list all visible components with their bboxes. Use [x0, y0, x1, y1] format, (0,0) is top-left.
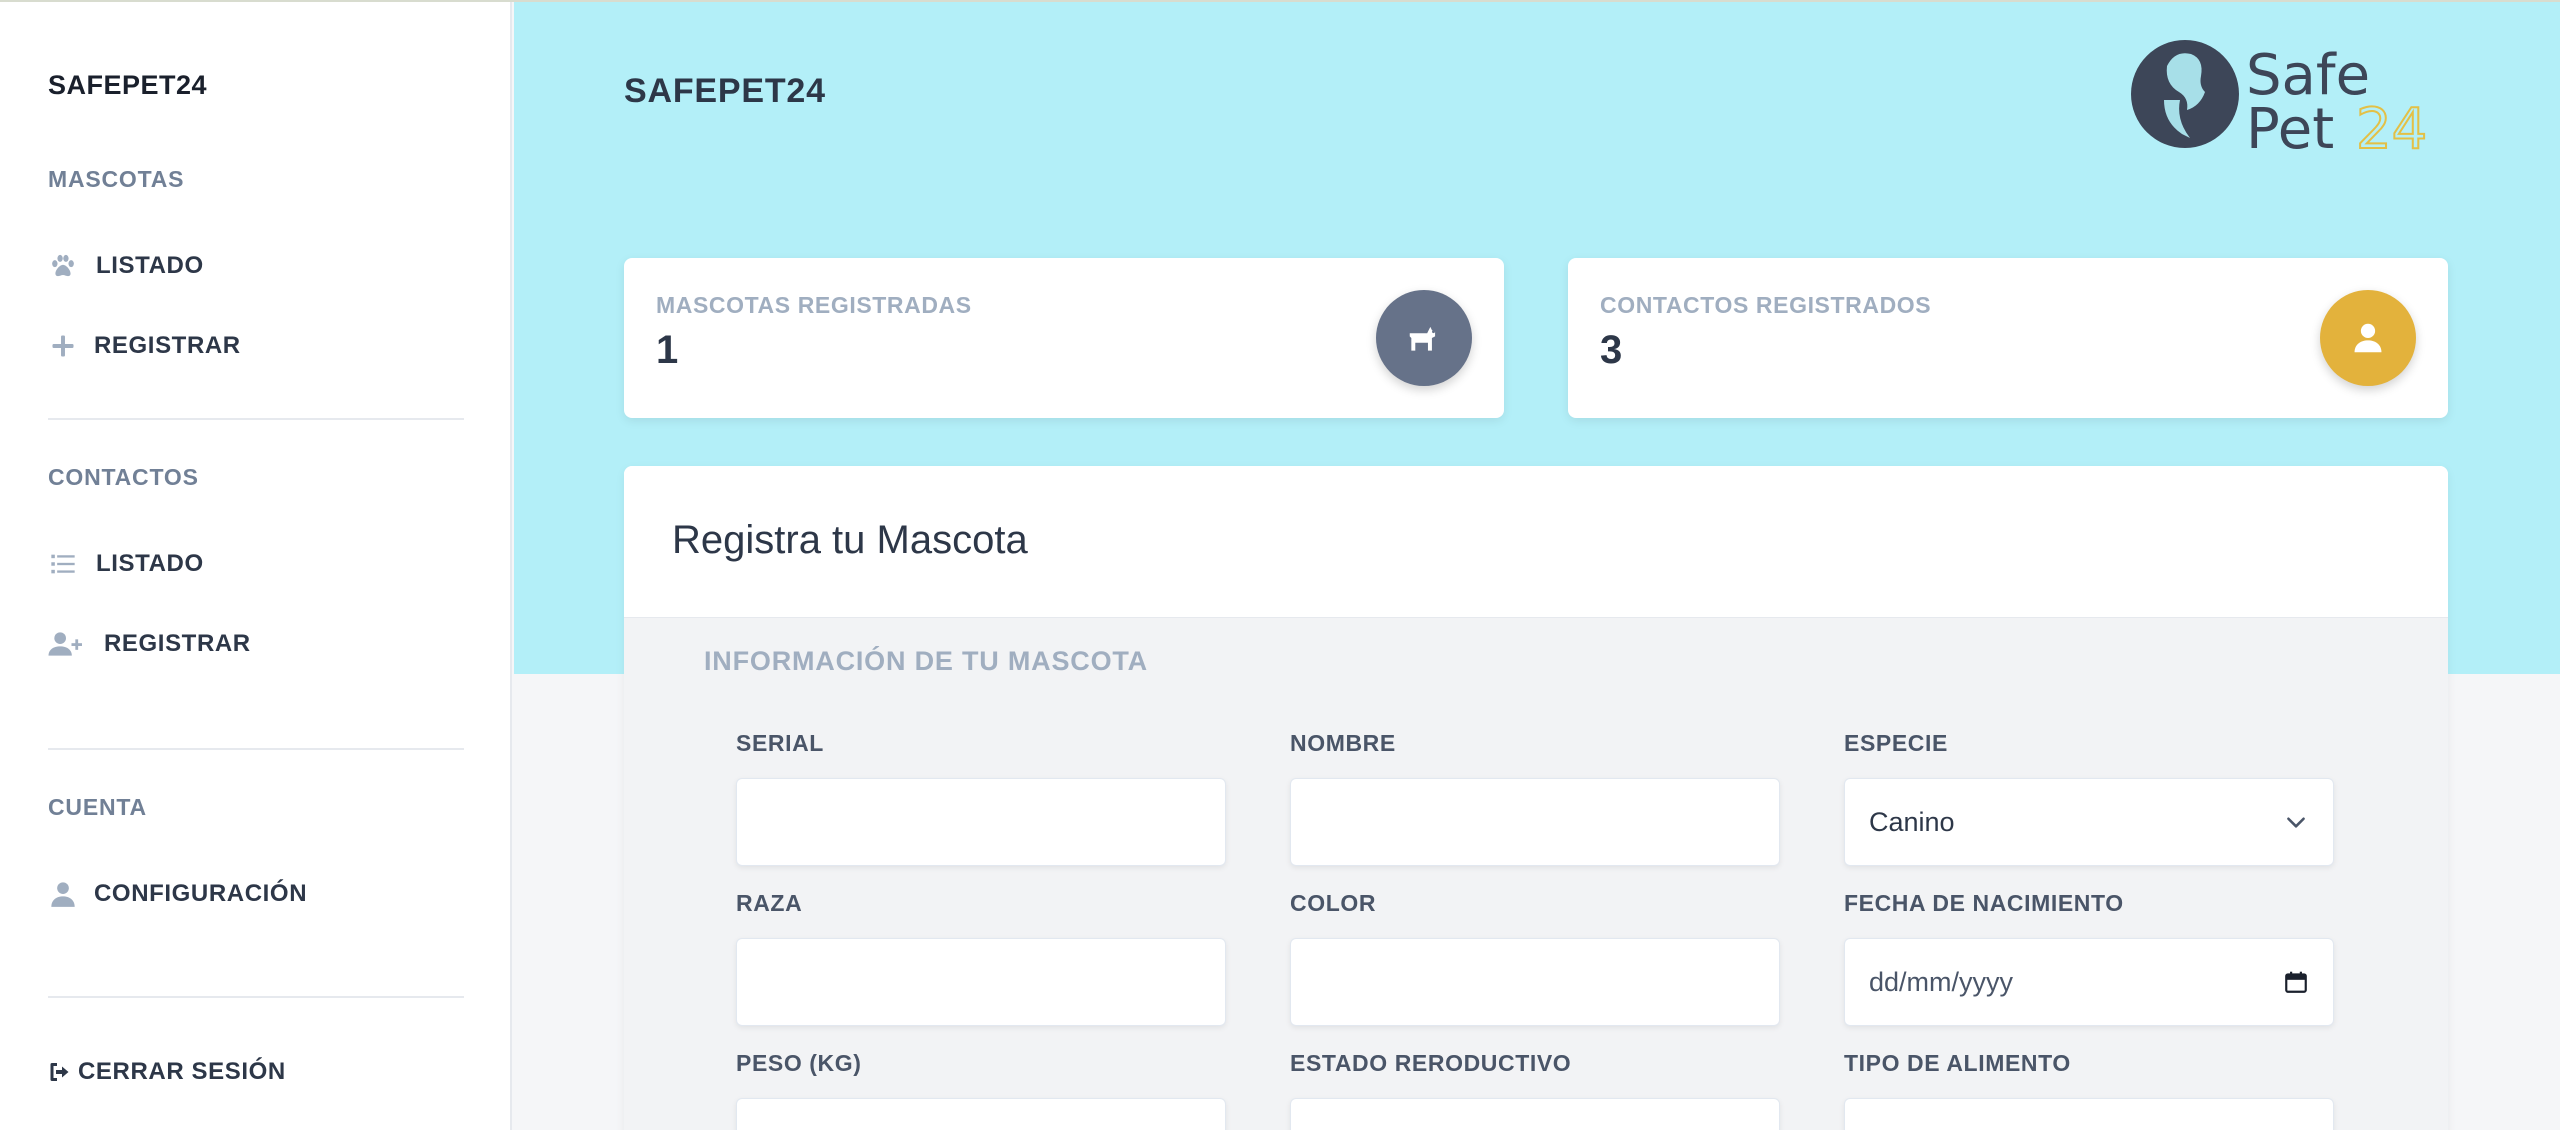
user-icon [48, 879, 78, 909]
tipo-alimento-input[interactable] [1844, 1098, 2334, 1130]
estado-reproductivo-label: ESTADO RERODUCTIVO [1290, 1050, 1572, 1076]
sidebar-divider [48, 748, 464, 750]
nombre-label: NOMBRE [1290, 730, 1396, 756]
sidebar-item-label: LISTADO [96, 550, 204, 577]
stat-card-contactos: CONTACTOS REGISTRADOS 3 [1568, 258, 2448, 418]
color-input[interactable] [1290, 938, 1780, 1026]
raza-label: RAZA [736, 890, 803, 916]
nombre-input[interactable] [1290, 778, 1780, 866]
form-title: Registra tu Mascota [672, 518, 1028, 562]
sidebar-brand[interactable]: SAFEPET24 [48, 70, 207, 101]
especie-select[interactable]: Canino [1844, 778, 2334, 866]
estado-reproductivo-input[interactable] [1290, 1098, 1780, 1130]
sidebar-item-label: LISTADO [96, 252, 204, 279]
plus-icon [48, 331, 78, 361]
page-title: SAFEPET24 [624, 72, 826, 110]
sidebar-divider [48, 418, 464, 420]
sidebar-item-mascotas-registrar[interactable]: REGISTRAR [48, 326, 241, 366]
card-header: Registra tu Mascota [624, 466, 2448, 618]
window-top-border [0, 0, 2560, 2]
fecha-nacimiento-input[interactable]: dd/mm/yyyy [1844, 938, 2334, 1026]
sidebar-item-label: REGISTRAR [94, 332, 241, 359]
dog-icon [1409, 326, 1436, 351]
logo-text-24: 24 [2356, 97, 2427, 156]
pet-registration-card: Registra tu Mascota INFORMACIÓN DE TU MA… [624, 466, 2448, 1130]
sidebar-section-cuenta: CUENTA [48, 794, 147, 820]
sidebar-item-label: REGISTRAR [104, 630, 251, 657]
sidebar-item-configuracion[interactable]: CONFIGURACIÓN [48, 874, 307, 914]
stat-label: MASCOTAS REGISTRADAS [656, 292, 972, 318]
peso-input[interactable] [736, 1098, 1226, 1130]
serial-label: SERIAL [736, 730, 824, 756]
stat-card-mascotas: MASCOTAS REGISTRADAS 1 [624, 258, 1504, 418]
especie-selected-value: Canino [1869, 806, 1955, 837]
sidebar-section-contactos: CONTACTOS [48, 464, 199, 490]
sidebar-section-mascotas: MASCOTAS [48, 166, 185, 192]
sidebar-item-mascotas-listado[interactable]: LISTADO [48, 246, 204, 286]
stat-value: 1 [656, 328, 679, 372]
logout-link[interactable]: CERRAR SESIÓN [48, 1052, 286, 1092]
user-icon [2354, 323, 2382, 353]
logo-text-pet: Pet [2246, 97, 2334, 156]
paw-icon [48, 251, 78, 281]
stat-value: 3 [1600, 328, 1623, 372]
logout-label: CERRAR SESIÓN [78, 1058, 286, 1085]
sidebar-divider [48, 996, 464, 998]
especie-label: ESPECIE [1844, 730, 1948, 756]
sidebar-item-label: CONFIGURACIÓN [94, 880, 308, 907]
chevron-down-icon [2287, 817, 2305, 828]
form-section-title: INFORMACIÓN DE TU MASCOTA [704, 646, 1148, 676]
raza-input[interactable] [736, 938, 1226, 1026]
list-icon [48, 549, 78, 579]
sidebar-item-contactos-registrar[interactable]: REGISTRAR [48, 624, 251, 664]
stat-icon-circle [1376, 290, 1472, 386]
stat-icon-circle [2320, 290, 2416, 386]
date-placeholder: dd/mm/yyyy [1869, 966, 2014, 997]
sidebar: SAFEPET24 MASCOTAS LISTADO REGISTRAR CON… [0, 0, 512, 1130]
sign-out-icon [50, 1063, 69, 1081]
calendar-icon[interactable] [2283, 969, 2309, 995]
peso-label: PESO (KG) [736, 1050, 862, 1076]
sidebar-item-contactos-listado[interactable]: LISTADO [48, 544, 204, 584]
fecha-nacimiento-label: FECHA DE NACIMIENTO [1844, 890, 2124, 916]
tipo-alimento-label: TIPO DE ALIMENTO [1844, 1050, 2071, 1076]
user-plus-icon [48, 629, 84, 659]
stat-label: CONTACTOS REGISTRADOS [1600, 292, 1932, 318]
color-label: COLOR [1290, 890, 1377, 916]
serial-input[interactable] [736, 778, 1226, 866]
safepet24-logo: Safe Pet 24 [2130, 36, 2450, 163]
